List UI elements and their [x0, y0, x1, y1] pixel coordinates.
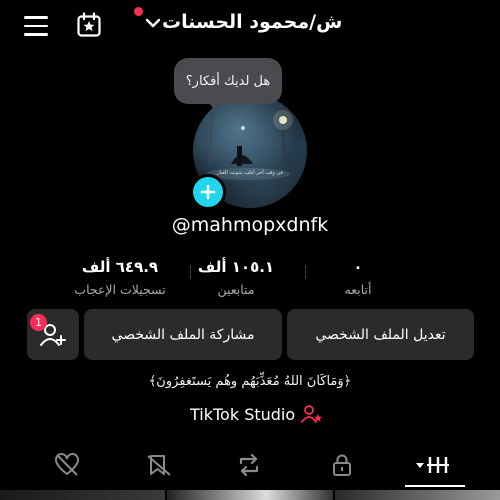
videos-grid-icon [416, 457, 449, 473]
tab-private[interactable] [327, 452, 357, 478]
tab-reposts[interactable] [234, 452, 264, 478]
menu-icon[interactable] [24, 16, 48, 36]
tab-liked[interactable] [52, 452, 82, 478]
tab-videos[interactable] [414, 452, 456, 478]
tiktok-studio-link[interactable]: TikTok Studio [190, 404, 323, 424]
following-label: أتابعه [344, 282, 372, 297]
stat-divider [305, 265, 306, 279]
tab-favorites[interactable] [144, 452, 174, 478]
add-friend-badge: 1 [30, 314, 47, 331]
likes-label: تسجيلات الإعجاب [74, 282, 166, 297]
add-avatar-button[interactable] [190, 174, 226, 210]
active-tab-indicator [405, 485, 465, 487]
chevron-down-icon[interactable] [145, 15, 161, 31]
bio-text: ﴿وَمَاكَانَ اللهُ مُعَذِّبَهُم وهُم يَست… [148, 374, 352, 389]
bubble-tail [206, 100, 222, 109]
creator-star-icon [301, 405, 323, 423]
plus-icon [200, 184, 216, 200]
notification-dot [134, 7, 143, 16]
likes-count: ٦٤٩.٩ ألف [81, 258, 159, 276]
share-profile-button[interactable]: مشاركة الملف الشخصي [84, 309, 282, 360]
following-count: ٠ [353, 258, 363, 276]
account-switcher-title[interactable]: ش/محمود الحسنات [162, 11, 342, 33]
video-thumbnail[interactable] [167, 490, 333, 500]
liked-hidden-icon [55, 453, 79, 476]
stat-following[interactable]: ٠ أتابعه [326, 258, 390, 297]
video-thumbnail[interactable] [334, 490, 500, 500]
profile-handle: @mahmopxdnfk [171, 214, 329, 236]
stat-likes[interactable]: ٦٤٩.٩ ألف تسجيلات الإعجاب [72, 258, 168, 297]
video-thumbnail[interactable] [0, 490, 166, 500]
followers-count: ١٠٥.١ ألف [197, 258, 275, 276]
favorites-icon [147, 455, 171, 476]
studio-label: TikTok Studio [190, 404, 296, 424]
calendar-star-icon[interactable] [76, 12, 102, 38]
video-grid [0, 490, 500, 500]
stat-followers[interactable]: ١٠٥.١ ألف متابعين [196, 258, 276, 297]
repost-icon [239, 453, 259, 477]
stat-divider [190, 265, 191, 279]
followers-label: متابعين [217, 282, 255, 297]
thoughts-bubble[interactable]: هل لديك أفكار؟ [174, 58, 282, 104]
private-lock-icon [333, 454, 351, 476]
edit-profile-button[interactable]: تعديل الملف الشخصي [287, 309, 474, 360]
